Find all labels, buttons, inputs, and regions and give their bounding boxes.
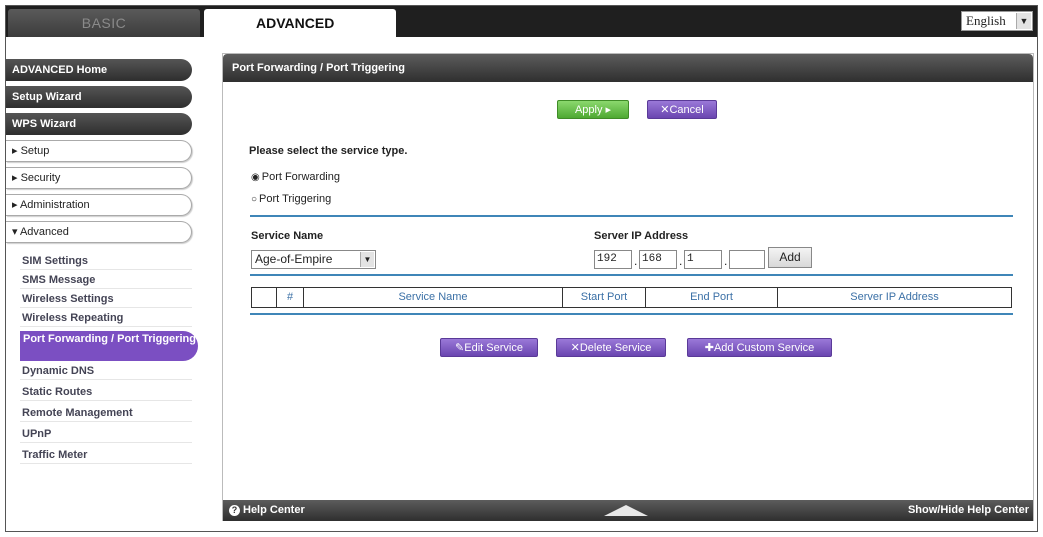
table-header-server-ip: Server IP Address [850, 291, 939, 303]
service-table-header: # Service Name Start Port End Port Serve… [251, 287, 1012, 308]
service-name-select[interactable]: Age-of-Empire ▼ [251, 250, 376, 269]
sidebar-section-security[interactable]: ▸ Security [6, 167, 192, 189]
server-ip-octet-4[interactable] [729, 250, 765, 269]
table-header-service-name: Service Name [304, 288, 563, 307]
sidebar-item-sms-message[interactable]: SMS Message [20, 271, 192, 289]
router-admin-window: BASIC ADVANCED English ▼ ADVANCED Home S… [5, 5, 1038, 532]
page-title: Port Forwarding / Port Triggering [223, 54, 1033, 82]
sidebar-item-wps-wizard[interactable]: WPS Wizard [6, 113, 192, 135]
sidebar-section-advanced[interactable]: ▾ Advanced [6, 221, 192, 243]
section-divider [250, 313, 1013, 315]
sidebar-item-remote-management[interactable]: Remote Management [20, 404, 192, 422]
chevron-down-icon[interactable]: ▼ [360, 252, 374, 267]
table-header-start-port: Start Port [563, 288, 646, 307]
tab-advanced[interactable]: ADVANCED [204, 9, 396, 37]
sidebar-item-advanced-home[interactable]: ADVANCED Home [6, 59, 192, 81]
section-divider [250, 215, 1013, 217]
server-ip-label: Server IP Address [594, 230, 689, 242]
sidebar-item-setup-wizard[interactable]: Setup Wizard [6, 86, 192, 108]
sidebar-item-dynamic-dns[interactable]: Dynamic DNS [20, 362, 192, 380]
service-name-label: Service Name [251, 230, 324, 242]
cancel-button[interactable]: ✕Cancel [647, 100, 717, 119]
radio-port-forwarding[interactable]: ◉ Port Forwarding [251, 171, 340, 183]
server-ip-octet-1[interactable]: 192 [594, 250, 632, 269]
radio-port-triggering-label: Port Triggering [259, 193, 332, 205]
language-selected-value: English [966, 13, 1006, 28]
table-header-select [252, 288, 277, 307]
sidebar-item-sim-settings[interactable]: SIM Settings [20, 252, 192, 270]
service-type-prompt: Please select the service type. [249, 145, 408, 157]
add-button[interactable]: Add [768, 247, 812, 268]
sidebar-item-traffic-meter[interactable]: Traffic Meter [20, 446, 192, 464]
section-divider [250, 274, 1013, 276]
sidebar-item-static-routes[interactable]: Static Routes [20, 383, 192, 401]
server-ip-octet-3[interactable]: 1 [684, 250, 722, 269]
add-custom-service-button[interactable]: ✚Add Custom Service [687, 338, 832, 357]
top-tab-bar: BASIC ADVANCED English ▼ [6, 6, 1037, 37]
sidebar-item-upnp[interactable]: UPnP [20, 425, 192, 443]
chevron-down-icon[interactable]: ▼ [1016, 13, 1031, 29]
sidebar-section-administration[interactable]: ▸ Administration [6, 194, 192, 216]
ip-separator: . [679, 254, 683, 268]
apply-button[interactable]: Apply ▸ [557, 100, 629, 119]
sidebar-item-wireless-repeating[interactable]: Wireless Repeating [20, 309, 192, 327]
language-select[interactable]: English ▼ [961, 11, 1033, 31]
sidebar-item-port-forwarding[interactable]: Port Forwarding / Port Triggering [20, 331, 198, 361]
tab-basic[interactable]: BASIC [8, 9, 200, 37]
expand-arrow-icon[interactable] [604, 505, 648, 516]
help-icon[interactable]: ? [229, 505, 240, 516]
radio-port-forwarding-label: Port Forwarding [261, 171, 340, 183]
radio-unchecked-icon[interactable]: ○ [251, 194, 257, 205]
table-header-end-port: End Port [646, 288, 778, 307]
edit-service-button[interactable]: ✎Edit Service [440, 338, 538, 357]
sidebar-section-setup[interactable]: ▸ Setup [6, 140, 192, 162]
ip-separator: . [634, 254, 638, 268]
delete-service-button[interactable]: ✕Delete Service [556, 338, 666, 357]
help-center-label[interactable]: Help Center [243, 500, 305, 521]
ip-separator: . [724, 254, 728, 268]
sidebar-item-wireless-settings[interactable]: Wireless Settings [20, 290, 192, 308]
server-ip-octet-2[interactable]: 168 [639, 250, 677, 269]
show-hide-help-link[interactable]: Show/Hide Help Center [908, 500, 1029, 521]
help-center-bar: ? Help Center Show/Hide Help Center [223, 500, 1033, 521]
table-header-number: # [277, 288, 304, 307]
service-name-value: Age-of-Empire [255, 252, 333, 266]
radio-port-triggering[interactable]: ○ Port Triggering [251, 193, 331, 205]
main-panel: Port Forwarding / Port Triggering Apply … [222, 53, 1034, 521]
radio-checked-icon[interactable]: ◉ [251, 172, 260, 183]
